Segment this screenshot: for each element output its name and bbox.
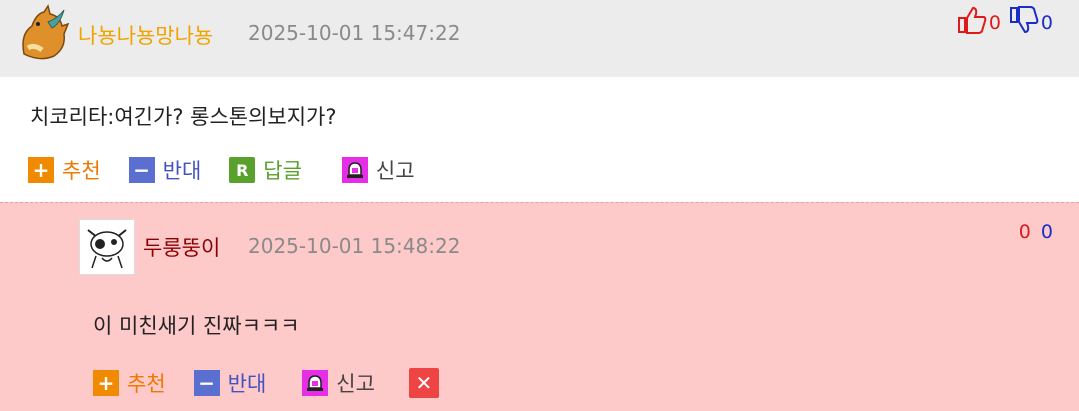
comment-text: 치코리타:여긴가? 롱스톤의보지가? xyxy=(30,105,337,129)
minus-icon: − xyxy=(193,370,220,396)
vote-counts: 0 0 xyxy=(957,6,1053,39)
recommend-button[interactable]: + 추천 xyxy=(93,368,166,398)
plus-icon: + xyxy=(28,157,54,183)
comment-actions: + 추천 − 반대 신고 ✕ xyxy=(93,368,475,398)
siren-icon xyxy=(302,370,329,396)
oppose-label: 반대 xyxy=(162,159,202,183)
oppose-button[interactable]: − 반대 xyxy=(193,368,267,398)
report-label: 신고 xyxy=(336,372,375,396)
comment-actions: + 추천 − 반대 R 답글 신고 xyxy=(28,155,443,185)
comment-1-header: 나뇽나뇽망나뇽 2025-10-01 15:47:22 0 0 xyxy=(0,0,1079,77)
oppose-label: 반대 xyxy=(227,372,267,396)
comment-text: 이 미친새기 진짜ㅋㅋㅋ xyxy=(93,314,300,338)
oppose-button[interactable]: − 반대 xyxy=(128,155,202,185)
thumbs-down-icon[interactable] xyxy=(1009,6,1039,39)
upvote-count: 0 xyxy=(988,11,1001,34)
plus-icon: + xyxy=(93,370,119,396)
delete-button[interactable]: ✕ xyxy=(408,368,447,398)
comment-2-reply: 두룽뚱이 2025-10-01 15:48:22 0 0 이 미친새기 진짜ㅋㅋ… xyxy=(0,202,1079,411)
report-button[interactable]: 신고 xyxy=(341,155,415,185)
recommend-label: 추천 xyxy=(127,372,166,396)
vote-counts: 0 0 xyxy=(1019,221,1053,243)
reply-icon: R xyxy=(229,157,256,183)
timestamp: 2025-10-01 15:47:22 xyxy=(248,21,461,45)
reply-label: 답글 xyxy=(263,159,302,183)
avatar[interactable] xyxy=(14,4,70,64)
report-label: 신고 xyxy=(375,159,415,183)
close-icon: ✕ xyxy=(408,368,439,398)
nickname[interactable]: 두룽뚱이 xyxy=(143,232,220,262)
recommend-button[interactable]: + 추천 xyxy=(28,155,101,185)
nickname[interactable]: 나뇽나뇽망나뇽 xyxy=(78,20,213,50)
recommend-label: 추천 xyxy=(62,159,101,183)
thumbs-up-icon[interactable] xyxy=(957,6,987,39)
downvote-count: 0 xyxy=(1040,11,1053,34)
siren-icon xyxy=(341,157,368,183)
reply-button[interactable]: R 답글 xyxy=(229,155,302,185)
comment-1-body: 치코리타:여긴가? 롱스톤의보지가? + 추천 − 반대 R 답글 신고 xyxy=(0,77,1079,202)
avatar[interactable] xyxy=(79,219,135,275)
timestamp: 2025-10-01 15:48:22 xyxy=(248,234,461,258)
downvote-count[interactable]: 0 xyxy=(1041,221,1053,243)
report-button[interactable]: 신고 xyxy=(302,368,375,398)
minus-icon: − xyxy=(128,157,155,183)
upvote-count[interactable]: 0 xyxy=(1019,221,1031,243)
